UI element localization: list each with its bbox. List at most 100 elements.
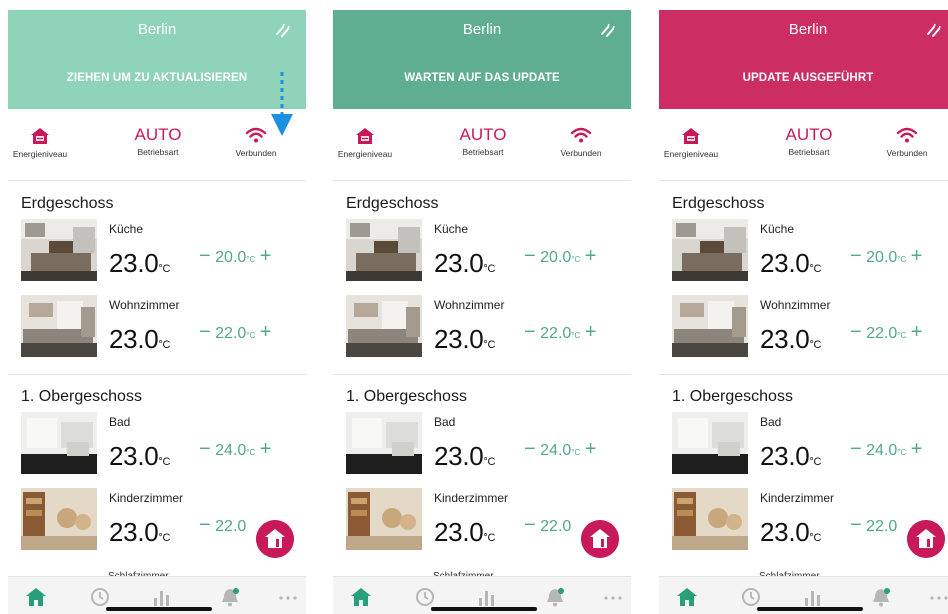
increase-button[interactable]: + — [585, 321, 597, 343]
decrease-button[interactable]: − — [524, 321, 536, 343]
room-photo-kids — [21, 488, 97, 550]
setpoint-control: − 24.0°C + — [850, 438, 923, 460]
screen-update-done: Berlin UPDATE AUSGEFÜHRT Energieniveau A… — [659, 10, 948, 614]
wifi-icon — [896, 127, 918, 143]
header[interactable]: Berlin ZIEHEN UM ZU AKTUALISIEREN — [8, 10, 306, 109]
house-info-icon[interactable] — [581, 520, 619, 558]
setpoint-value: 24.0 — [540, 442, 572, 459]
increase-button[interactable]: + — [260, 245, 272, 267]
room-card-wohnzimmer[interactable]: Wohnzimmer 23.0°C − 22.0°C + — [21, 295, 301, 359]
room-card-wohnzimmer[interactable]: Wohnzimmer 23.0°C − 22.0°C + — [672, 295, 948, 359]
house-info-icon[interactable] — [256, 520, 294, 558]
room-name: Wohnzimmer — [760, 298, 831, 312]
room-card-kueche[interactable]: Küche 23.0°C − 20.0°C + — [672, 219, 948, 283]
setpoint-control: − 22.0 — [850, 514, 897, 537]
tab-bar — [8, 576, 306, 614]
room-card-bad[interactable]: Bad 23.0°C − 24.0°C + — [672, 412, 948, 476]
increase-button[interactable]: + — [585, 245, 597, 267]
schedule-icon[interactable] — [413, 586, 437, 608]
floor-title: Erdgeschoss — [672, 195, 765, 212]
divider — [8, 374, 306, 375]
setpoint-value: 20.0 — [540, 249, 572, 266]
room-card-wohnzimmer[interactable]: Wohnzimmer 23.0°C − 22.0°C + — [346, 295, 626, 359]
current-temperature: 23.0°C — [434, 441, 496, 471]
decrease-button[interactable]: − — [524, 245, 536, 267]
setpoint-value: 22.0 — [540, 518, 572, 535]
more-icon[interactable] — [276, 586, 300, 608]
room-photo-bath — [346, 412, 422, 474]
statistics-icon[interactable] — [801, 586, 825, 608]
connection-label: Verbunden — [886, 148, 928, 158]
connection-status[interactable]: Verbunden — [871, 126, 943, 158]
refresh-icon[interactable] — [274, 22, 292, 38]
schedule-icon[interactable] — [739, 586, 763, 608]
city-title: Berlin — [788, 21, 828, 38]
notifications-icon[interactable] — [543, 586, 567, 608]
house-energy-icon — [356, 128, 374, 144]
room-card-bad[interactable]: Bad 23.0°C − 24.0°C + — [21, 412, 301, 476]
setpoint-value: 22.0 — [866, 325, 898, 342]
room-name: Küche — [434, 222, 469, 236]
operating-mode[interactable]: AUTO Betriebsart — [771, 125, 847, 157]
refresh-icon[interactable] — [599, 22, 617, 38]
decrease-button[interactable]: − — [850, 321, 862, 343]
setpoint-value: 24.0 — [866, 442, 898, 459]
more-icon[interactable] — [927, 586, 948, 608]
operating-mode[interactable]: AUTO Betriebsart — [120, 125, 196, 157]
current-temperature: 23.0°C — [434, 248, 496, 278]
increase-button[interactable]: + — [911, 321, 923, 343]
room-name: Bad — [760, 415, 782, 429]
setpoint-value: 20.0 — [215, 249, 247, 266]
room-name: Kinderzimmer — [434, 491, 509, 505]
room-card-kueche[interactable]: Küche 23.0°C − 20.0°C + — [346, 219, 626, 283]
room-card-kueche[interactable]: Küche 23.0°C − 20.0°C + — [21, 219, 301, 283]
current-temperature: 23.0°C — [434, 324, 496, 354]
decrease-button[interactable]: − — [524, 438, 536, 460]
header[interactable]: Berlin UPDATE AUSGEFÜHRT — [659, 10, 948, 109]
wifi-icon — [570, 127, 592, 143]
notifications-icon[interactable] — [218, 586, 242, 608]
increase-button[interactable]: + — [260, 321, 272, 343]
energy-level[interactable]: Energieniveau — [659, 127, 723, 159]
notifications-icon[interactable] — [869, 586, 893, 608]
room-card-bad[interactable]: Bad 23.0°C − 24.0°C + — [346, 412, 626, 476]
decrease-button[interactable]: − — [850, 438, 862, 460]
energy-level[interactable]: Energieniveau — [8, 127, 72, 159]
setpoint-control: − 22.0°C + — [199, 321, 272, 343]
operating-mode[interactable]: AUTO Betriebsart — [445, 125, 521, 157]
decrease-button[interactable]: − — [199, 321, 211, 343]
statistics-icon[interactable] — [150, 586, 174, 608]
room-photo-kids — [346, 488, 422, 550]
room-photo-kids — [672, 488, 748, 550]
room-photo-bath — [21, 412, 97, 474]
decrease-button[interactable]: − — [199, 438, 211, 460]
current-temperature: 23.0°C — [434, 517, 496, 547]
more-icon[interactable] — [601, 586, 625, 608]
decrease-button[interactable]: − — [850, 245, 862, 267]
schedule-icon[interactable] — [88, 586, 112, 608]
mode-value: AUTO — [134, 125, 182, 144]
home-icon[interactable] — [24, 586, 48, 608]
increase-button[interactable]: + — [585, 438, 597, 460]
current-temperature: 23.0°C — [760, 324, 822, 354]
header[interactable]: Berlin WARTEN AUF DAS UPDATE — [333, 10, 631, 109]
home-icon[interactable] — [349, 586, 373, 608]
home-icon[interactable] — [675, 586, 699, 608]
increase-button[interactable]: + — [911, 245, 923, 267]
decrease-button[interactable]: − — [199, 245, 211, 267]
setpoint-control: − 20.0°C + — [199, 245, 272, 267]
house-energy-icon — [682, 128, 700, 144]
increase-button[interactable]: + — [911, 438, 923, 460]
statistics-icon[interactable] — [475, 586, 499, 608]
refresh-icon[interactable] — [925, 22, 943, 38]
house-info-icon[interactable] — [907, 520, 945, 558]
energy-label: Energieniveau — [663, 149, 719, 159]
floor-title: 1. Obergeschoss — [21, 388, 142, 405]
decrease-button[interactable]: − — [199, 514, 211, 536]
decrease-button[interactable]: − — [850, 514, 862, 536]
increase-button[interactable]: + — [260, 438, 272, 460]
energy-level[interactable]: Energieniveau — [333, 127, 397, 159]
decrease-button[interactable]: − — [524, 514, 536, 536]
connection-status[interactable]: Verbunden — [545, 126, 617, 158]
room-name: Kinderzimmer — [109, 491, 184, 505]
